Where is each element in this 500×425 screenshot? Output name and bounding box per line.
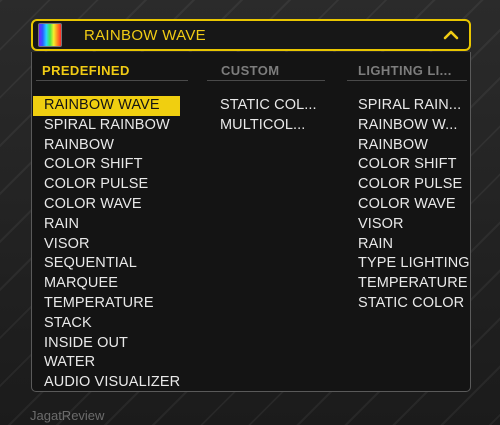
tab-divider: [347, 80, 467, 81]
effect-option[interactable]: COLOR PULSE: [347, 175, 470, 195]
tab-divider: [36, 80, 188, 81]
tab-divider: [207, 80, 325, 81]
custom-effects-list: STATIC COL... MULTICOL...: [209, 96, 317, 136]
effect-option[interactable]: SEQUENTIAL: [33, 254, 180, 274]
effect-option[interactable]: SPIRAL RAIN...: [347, 96, 470, 116]
effect-option[interactable]: COLOR WAVE: [347, 195, 470, 215]
effect-option[interactable]: MULTICOL...: [209, 116, 317, 136]
predefined-effects-list: RAINBOW WAVE SPIRAL RAINBOW RAINBOW COLOR S…: [33, 96, 181, 393]
effect-option[interactable]: COLOR PULSE: [33, 175, 180, 195]
effect-option[interactable]: TEMPERATURE: [347, 274, 470, 294]
tab-predefined[interactable]: PREDEFINED: [42, 63, 130, 78]
tab-lighting-link[interactable]: LIGHTING LI...: [358, 63, 452, 78]
effect-option[interactable]: VISOR: [347, 215, 470, 235]
effect-option[interactable]: COLOR SHIFT: [33, 155, 180, 175]
tab-custom[interactable]: CUSTOM: [221, 63, 280, 78]
watermark-logo: JagatReview: [30, 408, 105, 423]
effect-option[interactable]: RAINBOW WAVE: [33, 96, 181, 116]
lighting-effect-dropdown[interactable]: RAINBOW WAVE: [31, 19, 471, 51]
chevron-up-icon[interactable]: [443, 28, 459, 40]
effect-option[interactable]: RAIN: [33, 215, 180, 235]
effect-list-panel: PREDEFINED CUSTOM LIGHTING LI... RAINBOW…: [31, 52, 471, 392]
effect-option[interactable]: VISOR: [33, 235, 180, 255]
effect-option[interactable]: COLOR WAVE: [33, 195, 180, 215]
effect-option[interactable]: RAIN: [347, 235, 470, 255]
effect-option[interactable]: INSIDE OUT: [33, 334, 180, 354]
effect-option[interactable]: SPIRAL RAINBOW: [33, 116, 180, 136]
selected-effect-label: RAINBOW WAVE: [84, 26, 206, 44]
effect-option[interactable]: WATER: [33, 353, 180, 373]
effect-option[interactable]: TEMPERATURE: [33, 294, 180, 314]
effect-option[interactable]: STACK: [33, 314, 180, 334]
effect-option[interactable]: TYPE LIGHTING: [347, 254, 470, 274]
effect-option[interactable]: COLOR SHIFT: [347, 155, 470, 175]
effect-option[interactable]: MARQUEE: [33, 274, 180, 294]
effect-option[interactable]: STATIC COL...: [209, 96, 317, 116]
effect-option[interactable]: RAINBOW W...: [347, 116, 470, 136]
effect-option[interactable]: RAINBOW: [347, 136, 470, 156]
effect-option[interactable]: AUDIO VISUALIZER: [33, 373, 180, 393]
lighting-link-effects-list: SPIRAL RAIN... RAINBOW W... RAINBOW COLOR S…: [347, 96, 470, 314]
rainbow-swatch-icon: [38, 23, 62, 47]
effect-option[interactable]: RAINBOW: [33, 136, 180, 156]
effect-option[interactable]: STATIC COLOR: [347, 294, 470, 314]
